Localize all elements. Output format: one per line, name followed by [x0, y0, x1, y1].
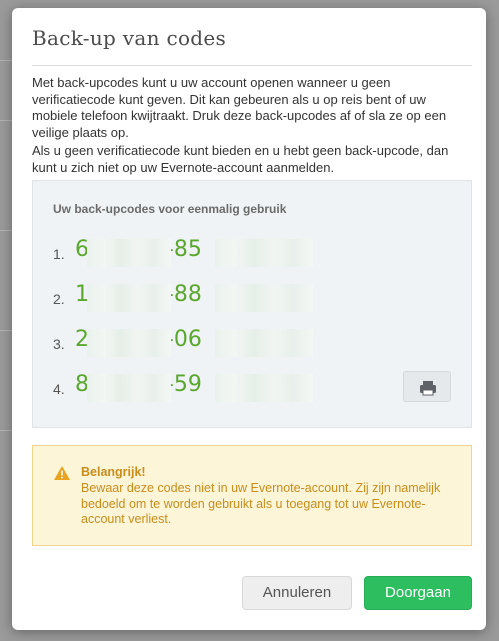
notice-body: Bewaar deze codes niet in uw Evernote-ac…	[81, 481, 441, 526]
warning-icon	[54, 466, 70, 480]
code-redaction	[87, 284, 171, 312]
code-redaction	[215, 284, 313, 312]
printer-icon	[420, 381, 436, 396]
code-number: 2.	[53, 291, 65, 307]
code-redaction	[87, 239, 171, 267]
code-number: 1.	[53, 246, 65, 262]
code-number: 3.	[53, 336, 65, 352]
print-button[interactable]	[403, 371, 451, 402]
warning-paragraph: Als u geen verificatiecode kunt bieden e…	[32, 143, 449, 175]
codes-heading: Uw back-upcodes voor eenmalig gebruik	[53, 202, 287, 216]
intro-paragraph: Met back-upcodes kunt u uw account opene…	[32, 75, 447, 140]
title-divider	[32, 65, 472, 66]
code-redaction	[215, 239, 313, 267]
cancel-button[interactable]: Annuleren	[242, 576, 352, 610]
code-redaction	[87, 374, 171, 402]
continue-button[interactable]: Doorgaan	[364, 576, 472, 610]
code-redaction	[215, 374, 313, 402]
code-number: 4.	[53, 381, 65, 397]
notice-title: Belangrijk!	[81, 465, 146, 479]
dialog-title: Back-up van codes	[32, 26, 227, 50]
backup-codes-dialog: Back-up van codes Met back-upcodes kunt …	[12, 8, 486, 630]
important-notice: Belangrijk! Bewaar deze codes niet in uw…	[32, 445, 472, 546]
backup-codes-panel: Uw back-upcodes voor eenmalig gebruik 1.…	[32, 180, 472, 428]
code-redaction	[87, 329, 171, 357]
code-redaction	[215, 329, 313, 357]
